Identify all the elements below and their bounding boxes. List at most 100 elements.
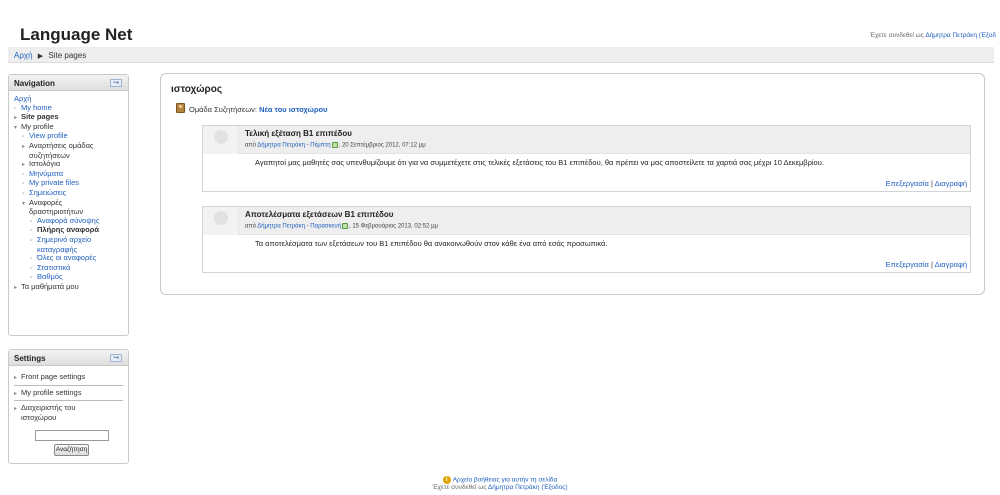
bullet-icon: ▫ [30, 228, 33, 235]
nav-my-profile[interactable]: My profile [21, 122, 54, 131]
post-day-link[interactable]: Παρασκευή [310, 224, 341, 230]
nav-forum-posts[interactable]: Αναρτήσεις ομάδας [29, 141, 94, 150]
navigation-block-title: Navigation [14, 79, 55, 88]
post-author-link[interactable]: Δήμητρα Πετράκη [257, 224, 305, 230]
post-commands: Επεξεργασία | Διαγραφή [885, 179, 967, 188]
help-icon: i [442, 476, 451, 484]
forum-post: Αποτελέσματα εξετάσεων Β1 επιπέδου από Δ… [202, 206, 971, 273]
login-prefix: Έχετε συνδεθεί ως [869, 32, 924, 39]
nav-my-home-link[interactable]: My home [21, 103, 52, 112]
login-info: Έχετε συνδεθεί ως Δήμητρα Πετράκη (Έξοδ [870, 32, 996, 39]
bullet-icon: ▫ [22, 134, 25, 141]
post-edit-link[interactable]: Επεξεργασία [886, 260, 929, 269]
expand-arrow-icon[interactable]: ▸ [14, 284, 21, 293]
bullet-icon: ▫ [14, 105, 17, 112]
expand-arrow-icon[interactable]: ▸ [22, 161, 29, 170]
bullet-icon: ▫ [30, 256, 33, 263]
bullet-icon: ▫ [30, 237, 33, 244]
post-header: Αποτελέσματα εξετάσεων Β1 επιπέδου από Δ… [203, 207, 970, 235]
settings-site-admin[interactable]: ▸ Διαχειριστής του ιστοχώρου [14, 401, 123, 424]
bullet-icon: ▫ [30, 218, 33, 225]
expand-arrow-icon[interactable]: ▸ [14, 374, 21, 383]
avatar[interactable] [203, 207, 239, 235]
nav-messages-link[interactable]: Μηνύματα [29, 169, 63, 178]
settings-block-header: Settings ▪◂ [9, 350, 128, 366]
settings-block: Settings ▪◂ ▸ Front page settings ▸ My pro… [8, 349, 129, 464]
nav-activity-reports[interactable]: Αναφορές [29, 198, 62, 207]
bullet-icon: ▫ [22, 181, 25, 188]
footer-login-prefix: Έχετε συνδεθεί ως [432, 484, 487, 491]
post-date: , 15 Φεβρουάριος 2013, 02:52 μμ [348, 223, 438, 230]
post-by-label: από [245, 223, 256, 230]
nav-notes-link[interactable]: Σημειώσεις [29, 188, 66, 197]
dock-block-icon[interactable]: ▪◂ [110, 79, 122, 87]
nav-all-logs-link[interactable]: Όλες οι αναφορές [37, 253, 96, 262]
bullet-icon: ▫ [22, 190, 25, 197]
nav-today-logs-link[interactable]: Σημερινό αρχείο [37, 235, 91, 244]
nav-outline-report-link[interactable]: Αναφορά σύνοψης [37, 216, 99, 225]
login-user-link[interactable]: Δήμητρα Πετράκη (Έξοδ [925, 32, 996, 39]
forum-name-link[interactable]: Νέα του ιστοχώρου [259, 105, 327, 114]
external-link-icon[interactable] [341, 223, 348, 229]
nav-grade-link[interactable]: Βαθμός [37, 272, 63, 281]
breadcrumb-current: Site pages [48, 51, 87, 60]
settings-block-title: Settings [14, 354, 46, 363]
settings-site-admin-label[interactable]: Διαχειριστής του [21, 403, 75, 412]
admin-search-button[interactable]: Αναζήτηση [54, 444, 89, 456]
breadcrumb-home-link[interactable]: Αρχή [14, 51, 33, 60]
nav-my-courses[interactable]: Τα μαθήματά μου [21, 282, 79, 291]
post-delete-link[interactable]: Διαγραφή [935, 260, 967, 269]
post-text: Αγαπητοί μας μαθητές σας υπενθυμίζουμε ό… [255, 158, 824, 167]
expand-arrow-icon[interactable]: ▸ [14, 114, 21, 123]
forum-post: Τελική εξέταση Β1 επιπέδου από Δήμητρα Π… [202, 125, 971, 192]
post-subject: Τελική εξέταση Β1 επιπέδου [245, 129, 352, 138]
nav-statistics-link[interactable]: Στατιστικά [37, 263, 70, 272]
post-body: Αγαπητοί μας μαθητές σας υπενθυμίζουμε ό… [203, 154, 970, 191]
collapse-arrow-icon[interactable]: ▾ [22, 200, 29, 209]
nav-site-pages[interactable]: Site pages [21, 112, 59, 121]
post-delete-link[interactable]: Διαγραφή [935, 179, 967, 188]
nav-complete-report-current: Πλήρης αναφορά [37, 225, 99, 235]
post-body: Τα αποτελέσματα των εξετάσεων του Β1 επι… [203, 235, 970, 272]
footer: i Αρχείο βοήθειας για αυτήν τη σελίδα Έχε… [0, 476, 1000, 491]
collapse-arrow-icon[interactable]: ▾ [14, 124, 21, 133]
post-edit-link[interactable]: Επεξεργασία [886, 179, 929, 188]
page-title: ιστοχώρος [171, 84, 223, 95]
forum-group-icon [176, 103, 185, 113]
nav-view-profile-link[interactable]: View profile [29, 131, 68, 141]
nav-private-files-link[interactable]: My private files [29, 178, 79, 188]
post-commands: Επεξεργασία | Διαγραφή [885, 260, 967, 269]
post-text: Τα αποτελέσματα των εξετάσεων του Β1 επι… [255, 239, 608, 248]
post-by-label: από [245, 142, 256, 149]
settings-my-profile[interactable]: ▸ My profile settings [14, 386, 123, 401]
post-date: , 20 Σεπτέμβριος 2012, 07:12 μμ [338, 142, 426, 149]
settings-my-profile-label[interactable]: My profile settings [21, 388, 81, 397]
settings-site-admin-label-cont[interactable]: ιστοχώρου [14, 413, 56, 422]
external-link-icon[interactable] [331, 142, 338, 148]
help-doc-link[interactable]: Αρχείο βοήθειας για αυτήν τη σελίδα [453, 477, 558, 484]
forum-heading: Ομάδα Συζητήσεων: Νέα του ιστοχώρου [189, 105, 327, 114]
bullet-icon: ▫ [22, 171, 25, 178]
site-title: Language Net [20, 25, 133, 44]
expand-arrow-icon[interactable]: ▸ [22, 143, 29, 152]
main-content-box: ιστοχώρος Ομάδα Συζητήσεων: Νέα του ιστο… [160, 73, 985, 295]
expand-arrow-icon[interactable]: ▸ [14, 390, 21, 399]
dock-block-icon[interactable]: ▪◂ [110, 354, 122, 362]
footer-login-user-link[interactable]: Δήμητρα Πετράκη (Έξοδος) [488, 484, 568, 491]
navigation-block-header: Navigation ▪◂ [9, 75, 128, 91]
settings-front-page[interactable]: ▸ Front page settings [14, 370, 123, 386]
nav-blogs[interactable]: Ιστολόγια [29, 159, 60, 168]
breadcrumb: Αρχή ▶ Site pages [8, 47, 994, 63]
navigation-block: Navigation ▪◂ Αρχή ▫ My home ▸ Site pages … [8, 74, 129, 336]
post-meta: από Δήμητρα Πετράκη - Παρασκευή, 15 Φεβρ… [245, 223, 438, 230]
post-header: Τελική εξέταση Β1 επιπέδου από Δήμητρα Π… [203, 126, 970, 154]
avatar[interactable] [203, 126, 239, 154]
bullet-icon: ▫ [30, 265, 33, 272]
post-author-link[interactable]: Δήμητρα Πετράκη [257, 143, 305, 149]
breadcrumb-separator-icon: ▶ [37, 53, 44, 60]
post-subject: Αποτελέσματα εξετάσεων Β1 επιπέδου [245, 210, 394, 219]
admin-search-input[interactable] [35, 430, 109, 441]
post-day-link[interactable]: Πέμπτη [310, 143, 330, 149]
settings-front-page-label[interactable]: Front page settings [21, 372, 85, 381]
post-meta: από Δήμητρα Πετράκη - Πέμπτη, 20 Σεπτέμβ… [245, 142, 426, 149]
